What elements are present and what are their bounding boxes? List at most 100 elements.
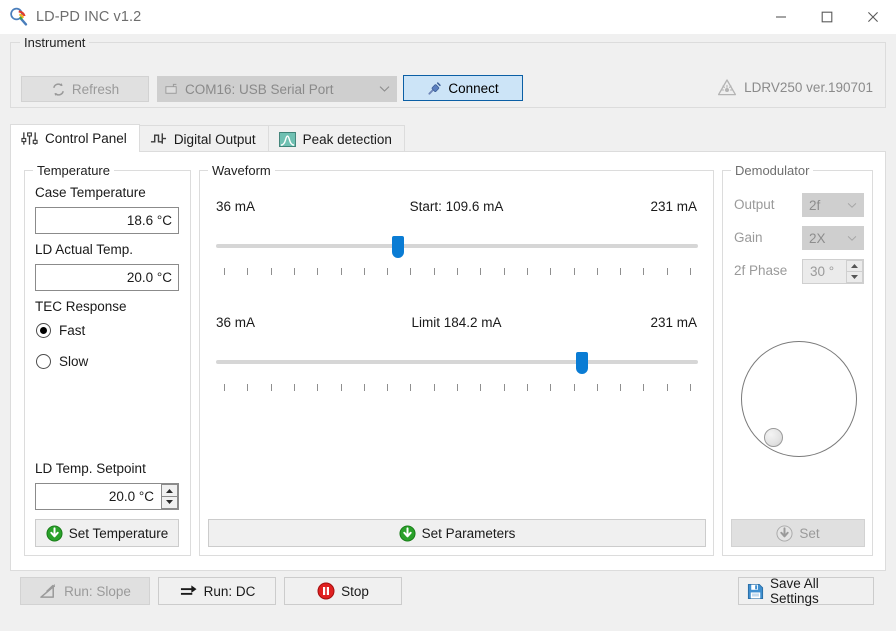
tec-response-slow-label: Slow xyxy=(59,354,88,369)
tab-digital-output[interactable]: Digital Output xyxy=(139,125,269,152)
ld-setpoint-stepper[interactable] xyxy=(161,485,177,508)
start-slider-track[interactable] xyxy=(216,244,698,248)
stepper-down-icon[interactable] xyxy=(846,271,863,284)
stop-label: Stop xyxy=(341,584,369,599)
phase-input[interactable]: 30 ° xyxy=(802,259,864,284)
device-status-label: LDRV250 ver.190701 xyxy=(744,80,873,95)
ld-actual-temp-label: LD Actual Temp. xyxy=(35,242,133,257)
floppy-disk-icon xyxy=(747,583,764,600)
tab-control-panel[interactable]: Control Panel xyxy=(10,124,140,152)
save-all-settings-button[interactable]: Save All Settings xyxy=(738,577,874,605)
start-slider-ticks xyxy=(216,268,698,276)
run-dc-button[interactable]: Run: DC xyxy=(158,577,276,605)
laser-warning-icon xyxy=(717,78,737,97)
tec-response-label: TEC Response xyxy=(35,299,127,314)
tab-digital-output-label: Digital Output xyxy=(174,132,256,147)
temperature-group: Temperature Case Temperature 18.6 °C LD … xyxy=(24,170,191,556)
limit-slider-value-label: Limit 184.2 mA xyxy=(200,315,713,330)
start-current-slider[interactable] xyxy=(216,236,698,278)
phase-label: 2f Phase xyxy=(734,263,787,278)
window-title: LD-PD INC v1.2 xyxy=(36,9,141,25)
dc-arrow-icon xyxy=(179,583,198,600)
output-select[interactable]: 2f xyxy=(802,193,864,217)
start-slider-thumb[interactable] xyxy=(392,236,404,258)
phase-stepper[interactable] xyxy=(846,261,862,282)
ld-setpoint-label: LD Temp. Setpoint xyxy=(35,461,146,476)
gain-select[interactable]: 2X xyxy=(802,226,864,250)
tab-control-panel-label: Control Panel xyxy=(45,131,127,146)
ld-actual-temp-value: 20.0 °C xyxy=(35,264,179,291)
grey-download-icon xyxy=(776,525,793,542)
ld-setpoint-text: 20.0 °C xyxy=(109,489,154,504)
limit-current-slider[interactable] xyxy=(216,352,698,394)
radio-fast-icon xyxy=(36,323,51,338)
case-temperature-text: 18.6 °C xyxy=(127,213,172,228)
case-temperature-label: Case Temperature xyxy=(35,185,146,200)
green-download-icon xyxy=(46,525,63,542)
save-all-settings-label: Save All Settings xyxy=(770,576,865,606)
tec-response-slow[interactable]: Slow xyxy=(36,354,88,369)
tec-response-fast[interactable]: Fast xyxy=(36,323,85,338)
radio-slow-icon xyxy=(36,354,51,369)
tab-strip: Control Panel Digital Output Peak detect… xyxy=(10,124,886,152)
chevron-down-icon xyxy=(847,235,857,242)
magnifier-rainbow-icon xyxy=(8,6,30,28)
run-slope-button[interactable]: Run: Slope xyxy=(20,577,150,605)
phase-dial[interactable] xyxy=(741,341,857,457)
ld-setpoint-input[interactable]: 20.0 °C xyxy=(35,483,179,510)
phase-value: 30 ° xyxy=(810,264,834,279)
ld-actual-temp-text: 20.0 °C xyxy=(127,270,172,285)
serial-port-icon xyxy=(164,82,179,97)
set-parameters-label: Set Parameters xyxy=(422,526,516,541)
waveform-legend: Waveform xyxy=(208,163,275,178)
gain-value: 2X xyxy=(809,231,826,246)
application-window: LD-PD INC v1.2 Instrument xyxy=(0,0,896,631)
slope-ramp-icon xyxy=(39,583,58,600)
set-temperature-button[interactable]: Set Temperature xyxy=(35,519,179,547)
limit-slider-thumb[interactable] xyxy=(576,352,588,374)
demodulator-legend: Demodulator xyxy=(731,163,813,178)
set-parameters-button[interactable]: Set Parameters xyxy=(208,519,706,547)
output-value: 2f xyxy=(809,198,820,213)
refresh-icon xyxy=(51,82,66,97)
run-slope-label: Run: Slope xyxy=(64,584,131,599)
start-slider-value-label: Start: 109.6 mA xyxy=(200,199,713,214)
demodulator-set-button[interactable]: Set xyxy=(731,519,865,547)
phase-dial-knob[interactable] xyxy=(764,428,783,447)
waveform-group: Waveform 36 mA Start: 109.6 mA 231 mA 36… xyxy=(199,170,714,556)
demodulator-set-label: Set xyxy=(799,526,819,541)
chevron-down-icon xyxy=(847,202,857,209)
com-port-select[interactable]: COM16: USB Serial Port xyxy=(157,76,397,102)
case-temperature-value: 18.6 °C xyxy=(35,207,179,234)
window-controls xyxy=(758,0,896,34)
stop-button[interactable]: Stop xyxy=(284,577,402,605)
close-button[interactable] xyxy=(850,0,896,34)
plug-icon xyxy=(427,81,442,96)
connect-button[interactable]: Connect xyxy=(403,75,523,101)
demodulator-group: Demodulator Output 2f Gain 2X 2f Phase 3… xyxy=(722,170,873,556)
run-dc-label: Run: DC xyxy=(204,584,256,599)
stepper-down-icon[interactable] xyxy=(161,496,178,510)
peak-curve-icon xyxy=(279,132,296,147)
tec-response-fast-label: Fast xyxy=(59,323,85,338)
instrument-legend: Instrument xyxy=(20,35,89,50)
red-pause-icon xyxy=(317,582,335,600)
instrument-group: Instrument Refresh COM16: USB Serial Por… xyxy=(10,42,886,108)
minimize-button[interactable] xyxy=(758,0,804,34)
device-status: LDRV250 ver.190701 xyxy=(717,78,873,97)
refresh-label: Refresh xyxy=(72,82,119,97)
set-temperature-label: Set Temperature xyxy=(69,526,169,541)
maximize-button[interactable] xyxy=(804,0,850,34)
temperature-legend: Temperature xyxy=(33,163,114,178)
refresh-button[interactable]: Refresh xyxy=(21,76,149,102)
bottom-toolbar: Run: Slope Run: DC Stop xyxy=(10,571,886,619)
green-download-icon xyxy=(399,525,416,542)
com-port-value: COM16: USB Serial Port xyxy=(185,82,334,97)
output-label: Output xyxy=(734,197,775,212)
limit-slider-track[interactable] xyxy=(216,360,698,364)
sliders-icon xyxy=(21,131,38,147)
control-panel-page: Temperature Case Temperature 18.6 °C LD … xyxy=(10,151,886,571)
tab-peak-detection-label: Peak detection xyxy=(303,132,392,147)
tab-peak-detection[interactable]: Peak detection xyxy=(268,125,405,152)
gain-label: Gain xyxy=(734,230,763,245)
